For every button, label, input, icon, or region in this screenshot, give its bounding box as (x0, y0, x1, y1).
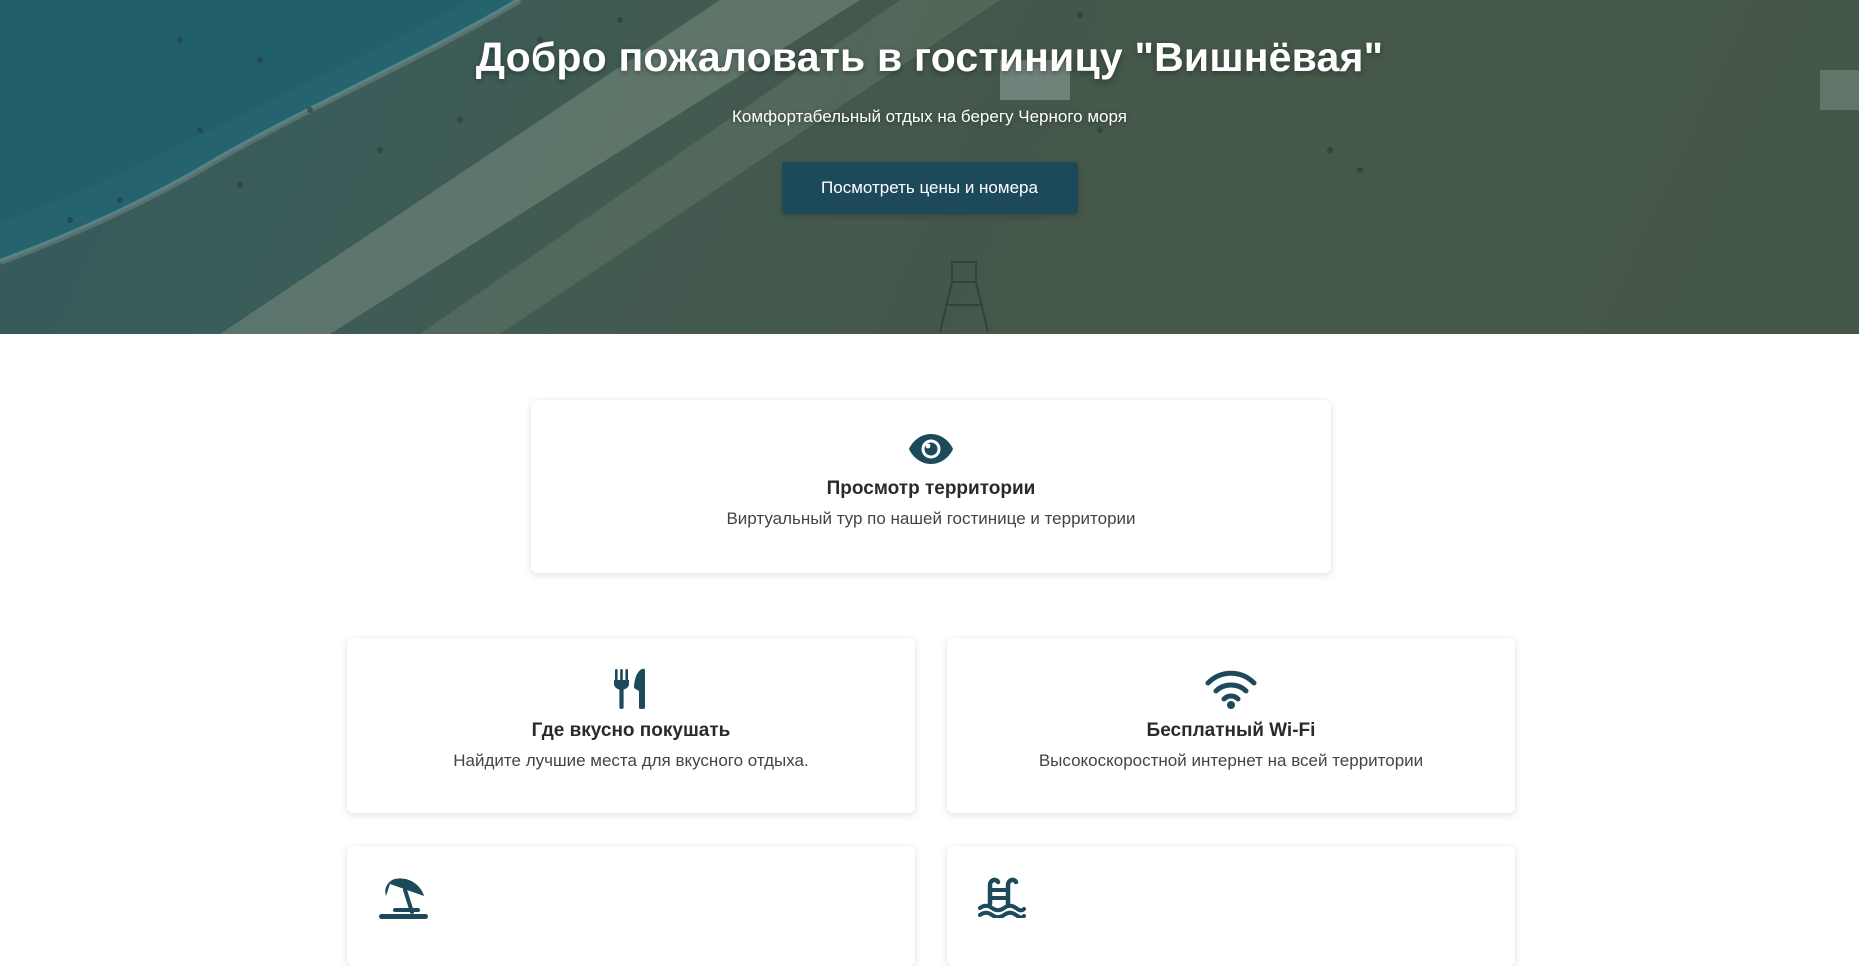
hero-subtitle: Комфортабельный отдых на берегу Черного … (732, 107, 1127, 126)
feature-card-beach[interactable] (347, 846, 915, 966)
feature-description: Высокоскоростной интернет на всей террит… (1038, 751, 1424, 770)
swimming-pool-icon (978, 877, 1026, 920)
feature-card-territory[interactable]: Просмотр территории Виртуальный тур по н… (531, 400, 1331, 573)
wifi-icon (1205, 670, 1257, 709)
feature-card-food[interactable]: Где вкусно покушать Найдите лучшие места… (347, 638, 915, 813)
beach-umbrella-icon (379, 878, 428, 919)
feature-card-pool[interactable] (947, 846, 1515, 966)
hero-section: Добро пожаловать в гостиницу "Вишнёвая" … (0, 0, 1859, 334)
feature-title: Бесплатный Wi-Fi (1146, 720, 1316, 741)
feature-card-wifi[interactable]: Бесплатный Wi-Fi Высокоскоростной интерн… (947, 638, 1515, 813)
eye-icon (909, 434, 953, 464)
feature-title: Просмотр территории (826, 478, 1036, 499)
feature-description: Найдите лучшие места для вкусного отдыха… (453, 751, 809, 770)
utensils-icon (614, 668, 645, 709)
hero-content: Добро пожаловать в гостиницу "Вишнёвая" … (0, 0, 1859, 214)
view-prices-button[interactable]: Посмотреть цены и номера (781, 162, 1078, 214)
feature-description: Виртуальный тур по нашей гостинице и тер… (726, 509, 1136, 528)
hero-title: Добро пожаловать в гостиницу "Вишнёвая" (475, 34, 1384, 80)
feature-title: Где вкусно покушать (531, 720, 731, 741)
